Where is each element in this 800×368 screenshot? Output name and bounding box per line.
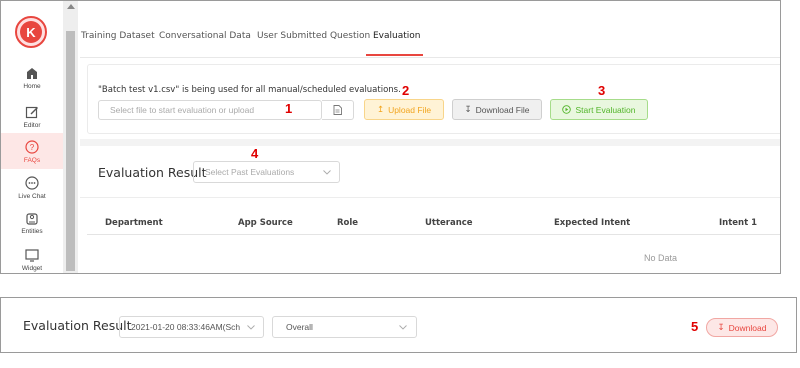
start-evaluation-label: Start Evaluation — [575, 104, 636, 115]
download-result-button[interactable]: ↧ Download — [706, 318, 778, 337]
sidebar-item-label: Widget — [21, 264, 43, 272]
sidebar-item-widget[interactable]: Widget — [1, 241, 63, 273]
entities-icon — [26, 212, 38, 225]
selected-evaluation-date: 2021-01-20 08:33:46AM(Sch — [131, 322, 241, 332]
annotation-4: 4 — [251, 146, 259, 161]
tab-user-submitted-question[interactable]: User Submitted Question — [257, 31, 370, 41]
logo-letter: K — [20, 21, 42, 43]
scrollbar[interactable] — [63, 1, 78, 273]
play-circle-icon — [562, 105, 572, 114]
table-header-divider — [87, 234, 780, 235]
sidebar-item-live-chat[interactable]: Live Chat — [1, 169, 63, 205]
annotation-3: 3 — [598, 83, 606, 98]
download-icon: ↧ — [717, 322, 725, 332]
download-file-label: Download File — [475, 104, 530, 115]
tab-evaluation[interactable]: Evaluation — [373, 31, 421, 41]
evaluation-date-select[interactable]: 2021-01-20 08:33:46AM(Sch — [119, 316, 264, 338]
evaluation-info-text: "Batch test v1.csv" is being used for al… — [98, 85, 401, 95]
upload-icon: ↥ — [376, 104, 385, 114]
section-separator — [80, 139, 780, 146]
svg-text:?: ? — [30, 143, 35, 152]
empty-state-text: No Data — [644, 253, 678, 263]
column-header-intent-1[interactable]: Intent 1 — [719, 218, 757, 228]
sidebar-item-label: Home — [23, 82, 41, 90]
column-header-department[interactable]: Department — [105, 218, 163, 228]
file-icon — [333, 105, 342, 115]
chevron-down-icon — [323, 170, 331, 175]
edit-icon — [25, 106, 38, 118]
chat-icon — [25, 175, 39, 190]
column-header-utterance[interactable]: Utterance — [425, 218, 473, 228]
app-logo[interactable]: K — [15, 16, 47, 48]
sidebar-item-home[interactable]: Home — [1, 59, 63, 95]
sidebar-item-label: Editor — [23, 121, 41, 129]
chevron-down-icon — [247, 325, 255, 330]
column-header-expected-intent[interactable]: Expected Intent — [554, 218, 630, 228]
sidebar-item-label: Entities — [21, 227, 43, 235]
sidebar-item-entities[interactable]: Entities — [1, 204, 63, 240]
selected-evaluation-scope: Overall — [286, 322, 313, 332]
annotation-1: 1 — [285, 101, 293, 116]
question-icon: ? — [25, 139, 39, 154]
evaluation-screen: K Home Editor ? FAQs Live Chat Entities … — [0, 0, 781, 274]
annotation-2: 2 — [402, 83, 410, 98]
download-icon: ↧ — [464, 104, 472, 114]
evaluation-result-title: Evaluation Result — [23, 318, 132, 333]
sidebar: K Home Editor ? FAQs Live Chat Entities … — [1, 1, 63, 273]
upload-file-button[interactable]: ↥ Upload File — [364, 99, 444, 120]
scroll-up-arrow-icon[interactable] — [67, 4, 75, 9]
past-evaluations-placeholder: Select Past Evaluations — [205, 167, 295, 177]
sidebar-item-label: Live Chat — [18, 192, 46, 200]
column-header-app-source[interactable]: App Source — [238, 218, 293, 228]
download-file-button[interactable]: ↧ Download File — [452, 99, 542, 120]
result-divider — [80, 197, 780, 198]
scrollbar-thumb[interactable] — [66, 31, 75, 271]
evaluation-result-title: Evaluation Result — [98, 165, 207, 180]
tab-training-dataset[interactable]: Training Dataset — [81, 31, 155, 41]
active-tab-indicator — [366, 54, 423, 56]
evaluation-scope-select[interactable]: Overall — [272, 316, 417, 338]
sidebar-item-editor[interactable]: Editor — [1, 98, 63, 134]
upload-file-label: Upload File — [388, 104, 432, 115]
evaluation-result-bar: Evaluation Result 2021-01-20 08:33:46AM(… — [0, 297, 797, 353]
sidebar-item-label: FAQs — [23, 156, 41, 164]
monitor-icon — [25, 248, 39, 262]
sidebar-item-faqs[interactable]: ? FAQs — [1, 133, 63, 169]
start-evaluation-button[interactable]: Start Evaluation — [550, 99, 648, 120]
past-evaluations-select[interactable]: Select Past Evaluations — [193, 161, 340, 183]
tab-conversational-data[interactable]: Conversational Data — [159, 31, 251, 41]
chevron-down-icon — [399, 325, 407, 330]
download-result-label: Download — [728, 322, 767, 333]
column-header-role[interactable]: Role — [337, 218, 358, 228]
annotation-5: 5 — [691, 319, 699, 334]
home-icon — [27, 67, 37, 79]
tabs-divider — [80, 57, 780, 58]
file-browse-button[interactable] — [322, 100, 354, 120]
